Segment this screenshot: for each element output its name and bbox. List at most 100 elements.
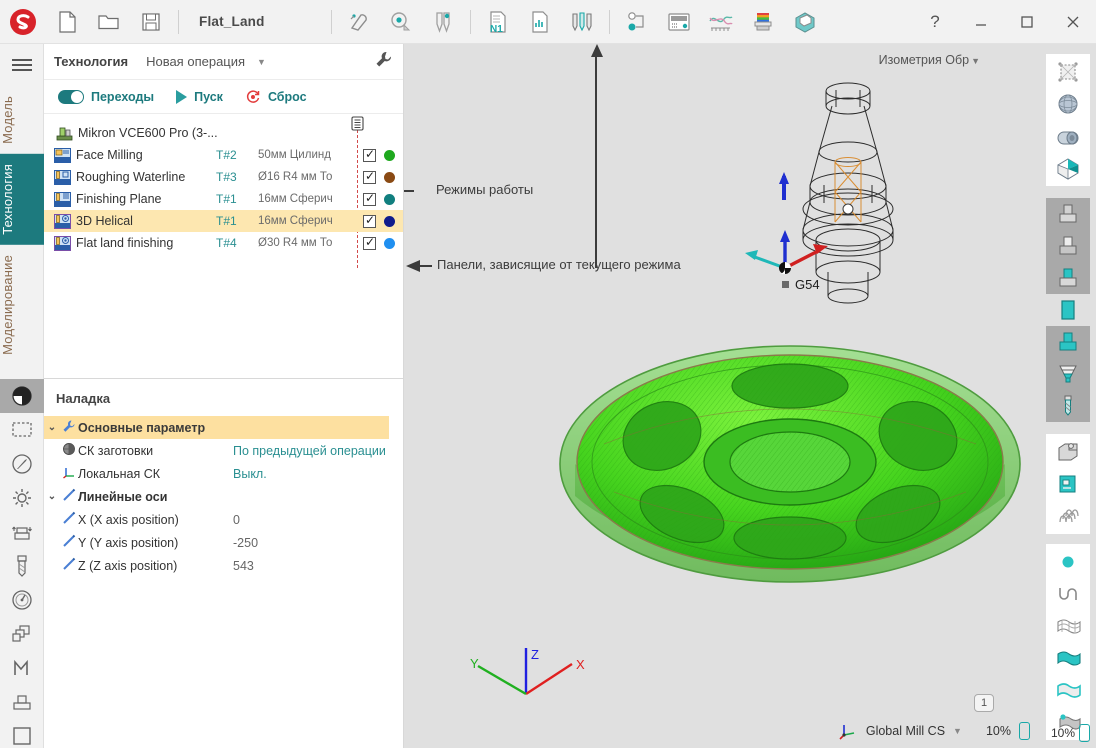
new-file-icon[interactable] bbox=[46, 0, 88, 44]
param-row-local-cs[interactable]: Локальная СК Выкл. bbox=[44, 462, 403, 485]
measure-icon[interactable] bbox=[380, 0, 422, 44]
sidebar-item-technology[interactable]: Технология bbox=[0, 154, 44, 245]
param-value[interactable]: -250 bbox=[233, 536, 403, 550]
shaded-solid-icon[interactable] bbox=[1046, 120, 1090, 152]
param-row-y-axis[interactable]: Y (Y axis position) -250 bbox=[44, 531, 403, 554]
zoom-level[interactable]: 10% bbox=[986, 724, 1011, 738]
operation-checkbox[interactable] bbox=[363, 237, 376, 250]
table-row-selected[interactable]: 3D Helical T#1 16мм Сферич bbox=[44, 210, 403, 232]
table-row[interactable]: Roughing Waterline T#3 Ø16 R4 мм То bbox=[44, 166, 403, 188]
end-mill-icon[interactable] bbox=[0, 549, 44, 583]
open-folder-icon[interactable] bbox=[88, 0, 130, 44]
plane-square-icon[interactable] bbox=[0, 719, 44, 748]
sidebar-item-simulation[interactable]: Моделирование bbox=[0, 245, 44, 365]
toolpath-hatch-icon[interactable] bbox=[1046, 500, 1090, 532]
reset-button[interactable]: Сброс bbox=[245, 89, 307, 105]
stock-box-icon[interactable] bbox=[784, 0, 826, 44]
selection-rect-icon[interactable] bbox=[0, 413, 44, 447]
nc-program-icon[interactable]: N1 bbox=[477, 0, 519, 44]
param-value[interactable]: Выкл. bbox=[233, 467, 403, 481]
point-dot-icon[interactable] bbox=[1046, 546, 1090, 578]
minimize-button[interactable] bbox=[958, 0, 1004, 44]
sidebar-item-model[interactable]: Модель bbox=[0, 86, 44, 154]
chevron-down-icon[interactable]: ▼ bbox=[257, 57, 266, 67]
curve-icon[interactable] bbox=[1046, 578, 1090, 610]
machine-m-icon[interactable] bbox=[0, 651, 44, 685]
operation-checkbox[interactable] bbox=[363, 193, 376, 206]
outline-surface-icon[interactable] bbox=[1046, 674, 1090, 706]
sphere-mesh-icon[interactable] bbox=[1046, 88, 1090, 120]
table-row[interactable]: Face Milling T#2 50мм Цилинд bbox=[44, 144, 403, 166]
close-button[interactable] bbox=[1050, 0, 1096, 44]
orient-view-icon[interactable] bbox=[0, 447, 44, 481]
wireframe-box-icon[interactable] bbox=[1046, 56, 1090, 88]
operation-color-dot bbox=[384, 194, 395, 205]
stock-teal-body-icon[interactable] bbox=[1046, 326, 1090, 358]
param-label: Линейные оси bbox=[78, 490, 167, 504]
teal-surface-icon[interactable] bbox=[1046, 642, 1090, 674]
workflow-icon[interactable] bbox=[616, 0, 658, 44]
caliper-icon[interactable] bbox=[422, 0, 464, 44]
param-value[interactable]: 543 bbox=[233, 559, 403, 573]
param-group-linear-axes[interactable]: ⌄ Линейные оси bbox=[44, 485, 403, 508]
tool-holder-icon[interactable] bbox=[1046, 390, 1090, 422]
param-group-main[interactable]: ⌄ Основные параметр bbox=[44, 416, 389, 439]
stock-stepped-icon[interactable] bbox=[1046, 358, 1090, 390]
layers-icon[interactable] bbox=[0, 617, 44, 651]
operation-checkbox[interactable] bbox=[363, 149, 376, 162]
stock-block-icon[interactable] bbox=[1046, 436, 1090, 468]
stock-gray-icon[interactable] bbox=[1046, 198, 1090, 230]
speed-gauge-icon[interactable] bbox=[0, 583, 44, 617]
report-icon[interactable] bbox=[519, 0, 561, 44]
operation-color-dot bbox=[384, 216, 395, 227]
finishing-plane-icon bbox=[54, 192, 71, 207]
stock-teal-top-icon[interactable] bbox=[1046, 262, 1090, 294]
stock-setup-icon[interactable] bbox=[0, 515, 44, 549]
zoom-slider[interactable] bbox=[1019, 722, 1030, 740]
color-map-icon[interactable] bbox=[742, 0, 784, 44]
coordinate-system-name[interactable]: Global Mill CS bbox=[866, 724, 945, 738]
zoom-indicator[interactable]: 10% bbox=[1051, 724, 1090, 742]
save-icon[interactable] bbox=[130, 0, 172, 44]
wrench-icon[interactable] bbox=[374, 50, 393, 74]
tree-machine-row[interactable]: Mikron VCE600 Pro (3-... bbox=[44, 122, 403, 144]
geometry-group bbox=[1046, 434, 1090, 534]
param-value[interactable]: По предыдущей операции bbox=[233, 444, 403, 458]
fixture-plate-icon[interactable] bbox=[1046, 468, 1090, 500]
chevron-down-icon[interactable]: ⌄ bbox=[44, 491, 60, 502]
sectioned-cube-icon[interactable] bbox=[1046, 152, 1090, 184]
operation-checkbox[interactable] bbox=[363, 171, 376, 184]
cnc-control-icon[interactable] bbox=[658, 0, 700, 44]
tool-library-icon[interactable] bbox=[561, 0, 603, 44]
mesh-surface-icon[interactable] bbox=[1046, 610, 1090, 642]
main-menu-button[interactable] bbox=[0, 44, 43, 86]
help-button[interactable]: ? bbox=[912, 0, 958, 44]
param-row-stock-cs[interactable]: СК заготовки По предыдущей операции bbox=[44, 439, 403, 462]
play-icon bbox=[176, 90, 187, 104]
param-row-x-axis[interactable]: X (X axis position) 0 bbox=[44, 508, 403, 531]
stock-solid-teal-icon[interactable] bbox=[1046, 294, 1090, 326]
table-row[interactable]: Flat land finishing T#4 Ø30 R4 мм То bbox=[44, 232, 403, 254]
shading-icon[interactable] bbox=[0, 379, 44, 413]
run-button[interactable]: Пуск bbox=[176, 90, 223, 104]
settings-gear-icon[interactable] bbox=[0, 481, 44, 515]
chevron-down-icon[interactable]: ⌄ bbox=[44, 422, 60, 433]
table-row[interactable]: Finishing Plane T#1 16мм Сферич bbox=[44, 188, 403, 210]
maximize-button[interactable] bbox=[1004, 0, 1050, 44]
zoom-level-bar[interactable] bbox=[1079, 724, 1090, 742]
3d-viewport[interactable]: Изометрия Обр▼ bbox=[404, 44, 1040, 748]
stock-silver-icon[interactable] bbox=[1046, 230, 1090, 262]
param-row-z-axis[interactable]: Z (Z axis position) 543 bbox=[44, 554, 403, 577]
toolbar-separator-2 bbox=[331, 10, 332, 34]
global-triad: Z X Y bbox=[470, 647, 585, 694]
param-value[interactable]: 0 bbox=[233, 513, 403, 527]
feed-graph-icon[interactable] bbox=[700, 0, 742, 44]
chevron-down-icon[interactable]: ▼ bbox=[953, 726, 962, 736]
magnet-snap-icon[interactable] bbox=[338, 0, 380, 44]
operation-tree: Mikron VCE600 Pro (3-... Face Milling T#… bbox=[44, 114, 403, 334]
fixture-icon[interactable] bbox=[0, 685, 44, 719]
operation-name: Finishing Plane bbox=[76, 192, 216, 206]
operation-checkbox[interactable] bbox=[363, 215, 376, 228]
operation-selector[interactable]: Новая операция bbox=[146, 54, 245, 69]
transitions-toggle[interactable]: Переходы bbox=[58, 90, 154, 104]
